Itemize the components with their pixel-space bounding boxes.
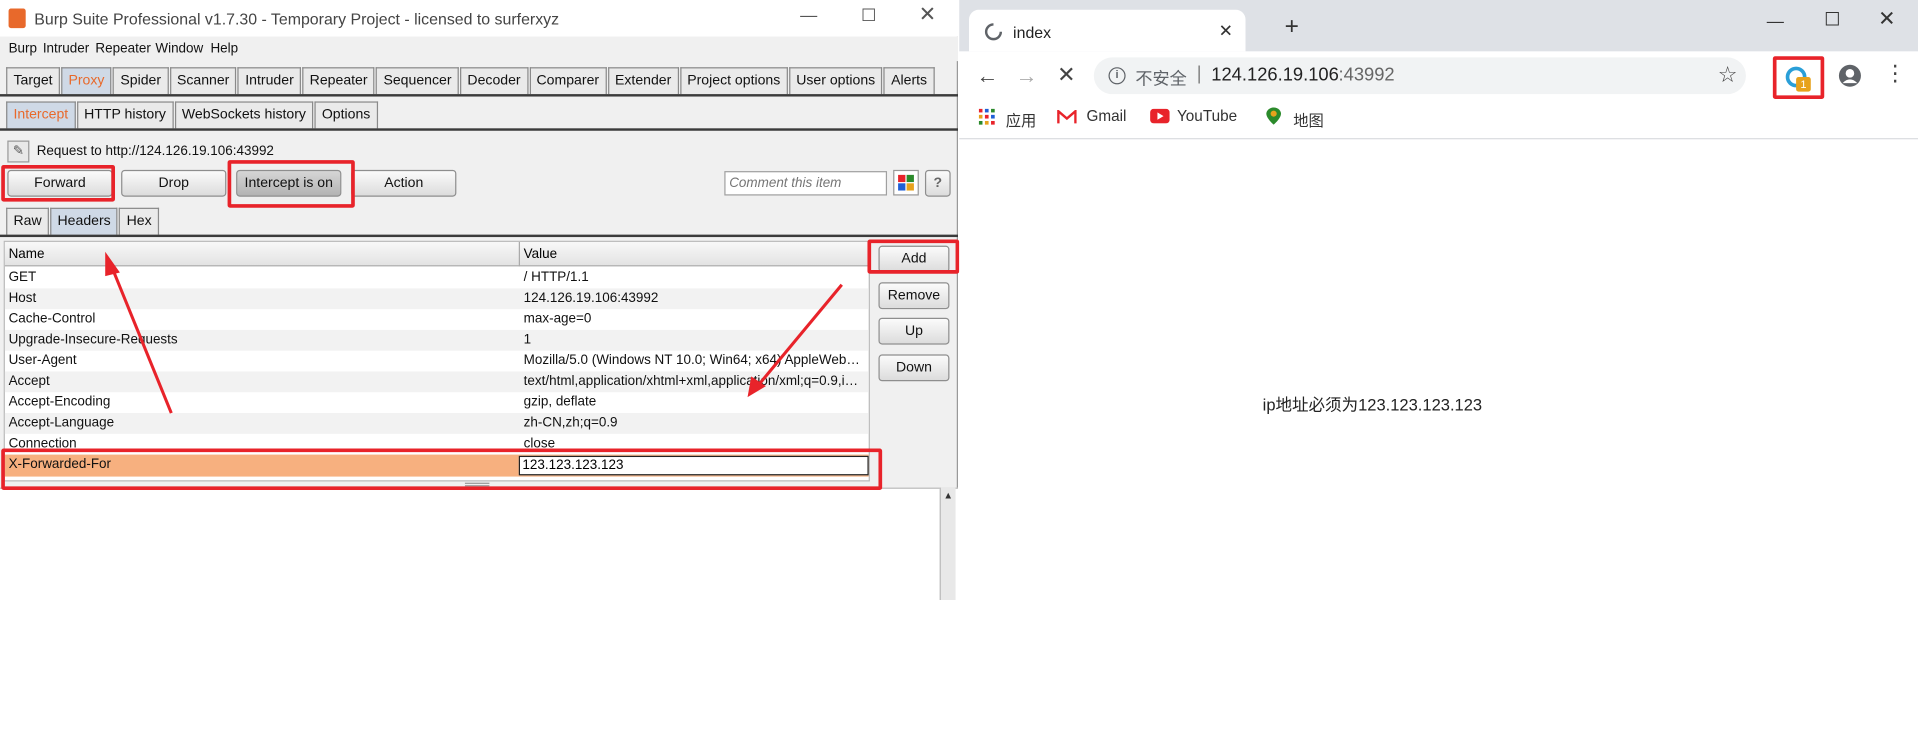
- page-message: ip地址必须为123.123.123.123: [1262, 395, 1483, 415]
- bookmark-youtube[interactable]: YouTube: [1177, 108, 1237, 125]
- bookmark-gmail[interactable]: Gmail: [1086, 108, 1126, 125]
- loading-spinner-icon: [984, 23, 1003, 41]
- bookmark-star-icon[interactable]: ☆: [1718, 62, 1738, 88]
- divider: [959, 138, 1918, 140]
- forward-icon[interactable]: →: [1016, 64, 1038, 90]
- youtube-icon: [1150, 108, 1170, 124]
- maximize-icon[interactable]: ☐: [1824, 9, 1840, 31]
- new-tab-icon[interactable]: +: [1285, 15, 1299, 39]
- bookmark-maps[interactable]: 地图: [1293, 108, 1324, 131]
- back-icon[interactable]: ←: [976, 64, 998, 90]
- annotation-box-extension: [1772, 56, 1825, 99]
- address-bar[interactable]: i 不安全 | 124.126.19.106 :43992 ☆: [1093, 57, 1746, 95]
- url-host: 124.126.19.106: [1211, 64, 1339, 86]
- browser-tab[interactable]: index ✕: [969, 9, 1246, 52]
- bookmark-apps[interactable]: 应用: [1006, 108, 1037, 131]
- tab-close-icon[interactable]: ✕: [1219, 21, 1233, 42]
- profile-avatar-icon[interactable]: [1838, 64, 1862, 88]
- menu-kebab-icon[interactable]: ⋮: [1884, 61, 1906, 85]
- minimize-icon[interactable]: —: [1767, 11, 1784, 31]
- burp-window: Burp Suite Professional v1.7.30 - Tempor…: [0, 0, 960, 601]
- chrome-window: index ✕ + — ☐ ✕ ← → ✕ i 不安全 | 124.126.19…: [959, 0, 1918, 601]
- url-port: :43992: [1338, 64, 1395, 86]
- gmail-icon: [1057, 109, 1077, 124]
- maps-icon: [1266, 107, 1282, 125]
- tab-title: index: [1013, 23, 1052, 42]
- stop-loading-icon[interactable]: ✕: [1057, 62, 1075, 88]
- chrome-tabstrip: index ✕ + — ☐ ✕: [959, 0, 1918, 52]
- close-icon[interactable]: ✕: [1878, 7, 1895, 31]
- info-icon[interactable]: i: [1108, 67, 1126, 85]
- apps-grid-icon[interactable]: [978, 108, 996, 126]
- insecure-label: 不安全: [1135, 68, 1187, 88]
- url-divider: |: [1196, 63, 1202, 85]
- annotation-arrows: [105, 251, 843, 414]
